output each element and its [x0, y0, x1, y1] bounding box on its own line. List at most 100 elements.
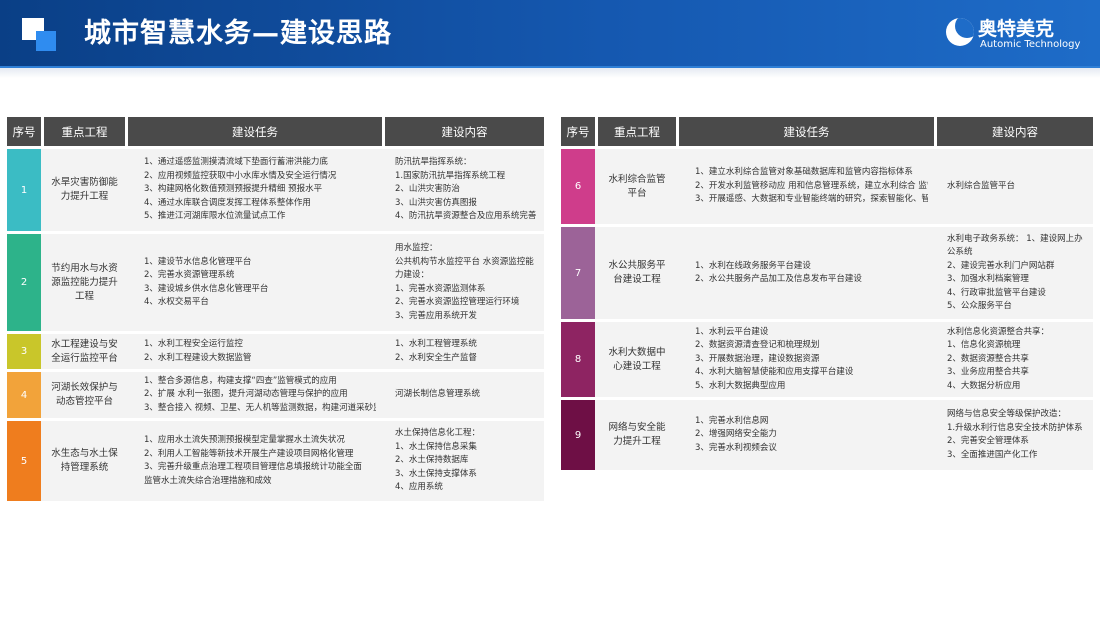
header-no: 序号	[561, 117, 595, 146]
task-item: 3、完善水利视频会议	[695, 442, 777, 453]
task-item: 3、建设城乡供水信息化管理平台	[144, 283, 269, 294]
content-item: 4、应用系统	[395, 482, 443, 493]
task-item: 1、完善水利信息网	[695, 415, 769, 426]
content-item: 3、全面推进国产化工作	[947, 449, 1038, 460]
task-item: 2、水公共服务产品加工及信息发布平台建设	[695, 274, 862, 284]
task-item: 5、推进江河湖库限水位流量试点工作	[144, 211, 286, 222]
content-item: 公共机构节水监控平台 水资源监控能力建设：	[395, 256, 534, 281]
task-item: 2、增强网络安全能力	[695, 429, 777, 440]
content-item: 用水监控：	[395, 243, 438, 253]
table-row: 1 水旱灾害防御能力提升工程 1、通过遥感监测摸清流域下垫面行蓄滞洪能力底 2、应用视…	[7, 149, 544, 231]
row-number: 4	[7, 372, 41, 418]
task-item: 2、扩展 水利一张图，提升河湖动态管理与保护的应用	[144, 389, 348, 400]
row-number: 3	[7, 334, 41, 369]
content-list: 水利综合监管平台	[937, 149, 1093, 224]
title-bar: 城市智慧水务—建设思路 奥特美克 Automic Technology	[0, 0, 1100, 68]
project-name: 水旱灾害防御能力提升工程	[51, 177, 118, 202]
logo-square-accent-icon	[36, 31, 56, 51]
row-number: 8	[561, 322, 595, 397]
row-number: 1	[7, 149, 41, 231]
content-item: 4、行政审批监管平台建设	[947, 287, 1046, 298]
content-item: 水利信息化资源整合共享：	[947, 326, 1050, 337]
task-item: 1、整合多源信息，构建支撑“四查”监管模式的应用	[144, 375, 337, 386]
project-name: 水生态与水土保持管理系统	[51, 448, 118, 473]
content-item: 河湖长制信息管理系统	[395, 389, 481, 400]
header-content: 建设内容	[385, 117, 544, 146]
task-item: 2、开发水利监管移动应 用和信息管理系统，建立水利综合 监管平台	[695, 180, 928, 191]
task-item: 3、构建网格化数值预测预报提升精细 预报水平	[144, 184, 323, 195]
content-item: 1、水土保持信息采集	[395, 441, 477, 452]
table-row: 6 水利综合监管平台 1、建立水利综合监管对象基础数据库和监管内容指标体系 2、开发水…	[561, 149, 1093, 224]
project-name: 节约用水与水资源监控能力提升工程	[51, 262, 118, 302]
header-divider	[0, 68, 1100, 78]
header-project: 重点工程	[598, 117, 676, 146]
task-item: 2、水利工程建设大数据监管	[144, 352, 252, 363]
content-item: 水利电子政务系统： 1、建设网上办公系统	[947, 233, 1083, 258]
task-item: 1、水利云平台建设	[695, 326, 769, 337]
content-item: 3、完善应用系统开发	[395, 310, 477, 321]
content-list: 用水监控： 公共机构节水监控平台 水资源监控能力建设： 1、完善水资源监测体系 2、完…	[385, 234, 544, 331]
content-item: 1、水利工程管理系统	[395, 339, 477, 349]
content-item: 2、建设完善水利门户网站群	[947, 260, 1055, 271]
content-item: 2、数据资源整合共享	[947, 353, 1029, 364]
page-title: 城市智慧水务—建设思路	[84, 18, 392, 49]
task-item: 4、水利大脑智慧使能和应用支撑平台建设	[695, 367, 854, 378]
header-tasks: 建设任务	[679, 117, 934, 146]
task-item: 3、整合接入 视频、卫星、无人机等监测数据，构建河道采砂监管	[144, 402, 376, 413]
content-item: 2、完善水资源监控管理运行环境	[395, 297, 520, 307]
header-no: 序号	[7, 117, 41, 146]
content-item: 2、水利安全生产监督	[395, 352, 477, 363]
task-list: 1、应用水土流失预测预报模型定量掌握水土流失状况 2、利用人工智能等新技术开展生产…	[128, 421, 382, 501]
project-name: 水公共服务平台建设工程	[608, 260, 666, 285]
brand-mark-icon	[946, 18, 974, 46]
task-list: 1、水利在线政务服务平台建设 2、水公共服务产品加工及信息发布平台建设	[679, 227, 934, 319]
table-row: 8 水利大数据中心建设工程 1、水利云平台建设 2、数据资源清查登记和梳理规划 3、开展…	[561, 322, 1093, 397]
table-row: 7 水公共服务平台建设工程 1、水利在线政务服务平台建设 2、水公共服务产品加工及信息…	[561, 227, 1093, 319]
content-list: 水利电子政务系统： 1、建设网上办公系统 2、建设完善水利门户网站群 3、加强水利档…	[937, 227, 1093, 319]
project-name: 水利大数据中心建设工程	[608, 346, 666, 372]
content-item: 3、山洪灾害仿真图报	[395, 197, 477, 208]
task-list: 1、水利云平台建设 2、数据资源清查登记和梳理规划 3、开展数据治理，建设数据资源 4…	[679, 322, 934, 397]
task-item: 3、开展遥感、大数据和专业智能终端的研究，探索智能化、智慧化水利综合监管手段	[695, 194, 928, 205]
project-name: 水工程建设与安全运行监控平台	[51, 338, 118, 364]
task-list: 1、建设节水信息化管理平台 2、完善水资源管理系统 3、建设城乡供水信息化管理平台 4…	[128, 234, 382, 331]
content-item: 2、山洪灾害防治	[395, 184, 460, 195]
content-list: 防汛抗旱指挥系统： 1.国家防汛抗旱指挥系统工程 2、山洪灾害防治 3、山洪灾害仿真图…	[385, 149, 544, 231]
task-list: 1、通过遥感监测摸清流域下垫面行蓄滞洪能力底 2、应用视频监控获取中小水库水情及安…	[128, 149, 382, 231]
task-item: 2、数据资源清查登记和梳理规划	[695, 340, 820, 351]
table-header: 序号 重点工程 建设任务 建设内容	[561, 117, 1093, 146]
content-item: 水利综合监管平台	[947, 180, 1016, 191]
content-item: 网络与信息安全等级保护改造：	[947, 409, 1067, 419]
content-item: 防汛抗旱指挥系统：	[395, 157, 472, 168]
content-item: 3、加强水利档案管理	[947, 274, 1029, 284]
header-tasks: 建设任务	[128, 117, 382, 146]
task-item: 2、应用视频监控获取中小水库水情及安全运行情况	[144, 170, 337, 181]
row-number: 5	[7, 421, 41, 501]
content-item: 5、公众服务平台	[947, 301, 1012, 311]
table-row: 2 节约用水与水资源监控能力提升工程 1、建设节水信息化管理平台 2、完善水资源管理系…	[7, 234, 544, 331]
row-number: 7	[561, 227, 595, 319]
right-table: 序号 重点工程 建设任务 建设内容 6 水利综合监管平台 1、建立水利综合监管对象基…	[561, 117, 1093, 473]
header-content: 建设内容	[937, 117, 1093, 146]
task-item: 2、完善水资源管理系统	[144, 270, 235, 280]
content-list: 河湖长制信息管理系统	[385, 372, 544, 418]
header-project: 重点工程	[44, 117, 125, 146]
table-row: 5 水生态与水土保持管理系统 1、应用水土流失预测预报模型定量掌握水土流失状况 2、利…	[7, 421, 544, 501]
task-item: 5、水利大数据典型应用	[695, 380, 786, 391]
content-item: 2、完善安全管理体系	[947, 436, 1029, 446]
task-item: 1、水利工程安全运行监控	[144, 339, 243, 349]
task-item: 1、建设节水信息化管理平台	[144, 256, 252, 267]
table-row: 3 水工程建设与安全运行监控平台 1、水利工程安全运行监控 2、水利工程建设大数据监管…	[7, 334, 544, 369]
task-item: 4、通过水库联合调度发挥工程体系整体作用	[144, 197, 311, 208]
project-name: 网络与安全能力提升工程	[608, 422, 666, 447]
content-list: 水利信息化资源整合共享： 1、信息化资源梳理 2、数据资源整合共享 3、业务应用整合共…	[937, 322, 1093, 397]
table-row: 9 网络与安全能力提升工程 1、完善水利信息网 2、增强网络安全能力 3、完善水利视频会…	[561, 400, 1093, 470]
task-list: 1、整合多源信息，构建支撑“四查”监管模式的应用 2、扩展 水利一张图，提升河湖动…	[128, 372, 382, 418]
content-list: 水土保持信息化工程： 1、水土保持信息采集 2、水土保持数据库 3、水土保持支撑体系 4…	[385, 421, 544, 501]
content-item: 1、信息化资源梳理	[947, 340, 1021, 351]
project-name: 河湖长效保护与动态管控平台	[51, 382, 118, 407]
content-item: 3、业务应用整合共享	[947, 367, 1029, 378]
content-item: 2、水土保持数据库	[395, 455, 469, 466]
content-item: 1、完善水资源监测体系	[395, 283, 486, 294]
row-number: 2	[7, 234, 41, 331]
